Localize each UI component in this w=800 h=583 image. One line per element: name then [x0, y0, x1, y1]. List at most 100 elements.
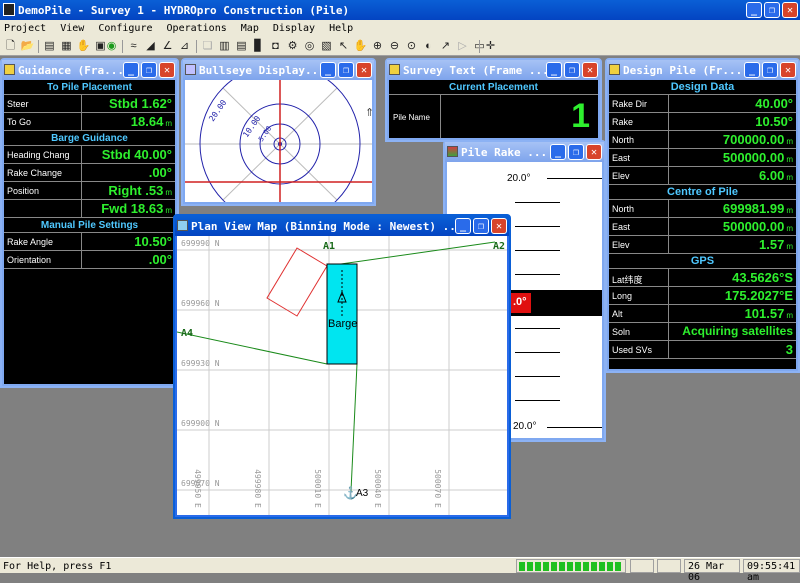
copy-icon[interactable]: ❏ — [200, 39, 215, 54]
maximize-button[interactable]: ❐ — [764, 2, 780, 18]
steer-value: Stbd 1.62° — [109, 96, 172, 111]
orient-icon[interactable]: ↗ — [438, 39, 453, 54]
app-titlebar: DemoPile - Survey 1 - HYDROpro Construct… — [0, 0, 800, 20]
barge-label: Barge — [328, 318, 358, 330]
menu-configure[interactable]: Configure — [94, 20, 156, 34]
close-button[interactable]: ✕ — [582, 62, 598, 78]
window-icon — [389, 64, 400, 75]
svs-row: Used SVs 3 — [609, 341, 796, 359]
plan-view-title: Plan View Map (Binning Mode : Newest) ..… — [191, 220, 463, 233]
measure-icon[interactable]: ◐ — [421, 39, 436, 54]
maximize-button[interactable]: ❐ — [338, 62, 354, 78]
maximize-button[interactable]: ❐ — [141, 62, 157, 78]
minimize-button[interactable]: _ — [455, 218, 471, 234]
plan-view-window: Plan View Map (Binning Mode : Newest) ..… — [173, 214, 511, 519]
minimize-button[interactable]: _ — [546, 62, 562, 78]
heading-label: Heading Chang — [4, 146, 82, 163]
maximize-button[interactable]: ❐ — [762, 62, 778, 78]
target-icon — [185, 64, 196, 75]
bullseye-titlebar[interactable]: Bullseye Display... _ ❐ ✕ — [183, 60, 374, 80]
status-pane — [630, 559, 654, 573]
close-button[interactable]: ✕ — [782, 2, 798, 18]
survey-text-titlebar[interactable]: Survey Text (Frame ... _ ❐ ✕ — [387, 60, 600, 80]
long-label: Long — [609, 287, 669, 304]
guidance-window: Guidance (Fra... _ ❐ ✕ To Pile Placement… — [0, 58, 179, 388]
position-row: Position Right .53 m — [4, 182, 175, 200]
togo-label: To Go — [4, 113, 82, 130]
table-icon[interactable]: ▤ — [234, 39, 249, 54]
close-button[interactable]: ✕ — [780, 62, 796, 78]
close-button[interactable]: ✕ — [356, 62, 372, 78]
chart-icon[interactable]: ▊ — [251, 39, 266, 54]
centre-north-row: North 699981.99 m — [609, 200, 796, 218]
pile-rake-titlebar[interactable]: Pile Rake ... _ ❐ ✕ — [445, 142, 604, 162]
north-grid-label: 699960 N — [181, 299, 220, 308]
tools-icon[interactable]: ⚙ — [285, 39, 300, 54]
display-icon[interactable]: ▥ — [217, 39, 232, 54]
hand-icon[interactable]: ✋ — [76, 39, 91, 54]
position-label: Position — [4, 182, 82, 199]
section-header: Centre of Pile — [609, 185, 796, 200]
elev-value: 6.00 m — [759, 168, 793, 183]
minimize-button[interactable]: _ — [746, 2, 762, 18]
window-icon — [4, 64, 15, 75]
orientation-label: Orientation — [4, 251, 82, 268]
new-file-icon[interactable]: 🗋 — [3, 39, 18, 54]
long-value: 175.2027°E — [724, 288, 793, 303]
togo-row: To Go 18.64 m — [4, 113, 175, 131]
menu-map[interactable]: Map — [237, 20, 263, 34]
zoom-out-icon[interactable]: ⊖ — [387, 39, 402, 54]
grid-icon[interactable]: ▦ — [59, 39, 74, 54]
zoom-window-icon[interactable]: ⊙ — [404, 39, 419, 54]
maximize-button[interactable]: ❐ — [473, 218, 489, 234]
rake-change-value: .00° — [148, 165, 172, 180]
steer-label: Steer — [4, 95, 82, 112]
rake-dir-row: Rake Dir 40.00° — [609, 95, 796, 113]
menu-display[interactable]: Display — [269, 20, 319, 34]
open-folder-icon[interactable]: 📂 — [20, 39, 35, 54]
angle-icon[interactable]: ∠ — [160, 39, 175, 54]
minimize-button[interactable]: _ — [744, 62, 760, 78]
camera-icon[interactable]: ◘ — [268, 39, 283, 54]
list-icon[interactable]: ▤ — [42, 39, 57, 54]
close-button[interactable]: ✕ — [159, 62, 175, 78]
lat-label: Lat纬度 — [609, 269, 669, 286]
rake-icon[interactable]: ⊿ — [177, 39, 192, 54]
menu-project[interactable]: Project — [0, 20, 50, 34]
steer-row: Steer Stbd 1.62° — [4, 95, 175, 113]
text-icon[interactable]: ▧ — [319, 39, 334, 54]
rake-angle-value: 10.50° — [134, 234, 172, 249]
target-icon[interactable]: ◎ — [302, 39, 317, 54]
guidance-titlebar[interactable]: Guidance (Fra... _ ❐ ✕ — [2, 60, 177, 80]
anchor-label-a1: A1 — [323, 241, 336, 252]
maximize-button[interactable]: ❐ — [564, 62, 580, 78]
plan-view-canvas[interactable]: 699990 N 699960 N 699930 N 699900 N 6998… — [177, 236, 507, 515]
close-button[interactable]: ✕ — [491, 218, 507, 234]
play-icon[interactable]: ▷ — [455, 39, 470, 54]
minimize-button[interactable]: _ — [550, 144, 566, 160]
design-pile-titlebar[interactable]: Design Pile (Fr... _ ❐ ✕ — [607, 60, 798, 80]
position-value: Right .53 m — [108, 183, 172, 198]
minimize-button[interactable]: _ — [320, 62, 336, 78]
menu-operations[interactable]: Operations — [163, 20, 231, 34]
pan-icon[interactable]: ✋ — [353, 39, 368, 54]
section-header: GPS — [609, 254, 796, 269]
pile-name-value: 1 — [571, 97, 590, 135]
bullseye-graphic: 20.00 10.00 5.00 ⇑ — [185, 80, 372, 202]
menu-view[interactable]: View — [56, 20, 88, 34]
zoom-in-icon[interactable]: ⊕ — [370, 39, 385, 54]
go-icon[interactable]: ◉ — [104, 39, 119, 54]
bullseye-canvas[interactable]: 20.00 10.00 5.00 ⇑ — [185, 80, 372, 202]
east-grid-label: 500010 E — [312, 469, 322, 508]
close-button[interactable]: ✕ — [586, 144, 602, 160]
pointer-icon[interactable]: ↖ — [336, 39, 351, 54]
menu-help[interactable]: Help — [325, 20, 357, 34]
bullseye-window: Bullseye Display... _ ❐ ✕ 20.00 10.00 5.… — [181, 58, 376, 206]
minimize-button[interactable]: _ — [123, 62, 139, 78]
crosshair-icon[interactable]: ✛ — [483, 39, 498, 54]
wave-icon[interactable]: ≈ — [126, 39, 141, 54]
plan-view-titlebar[interactable]: Plan View Map (Binning Mode : Newest) ..… — [175, 216, 509, 236]
survey-icon[interactable]: ◢ — [143, 39, 158, 54]
rake-angle-row: Rake Angle 10.50° — [4, 233, 175, 251]
maximize-button[interactable]: ❐ — [568, 144, 584, 160]
